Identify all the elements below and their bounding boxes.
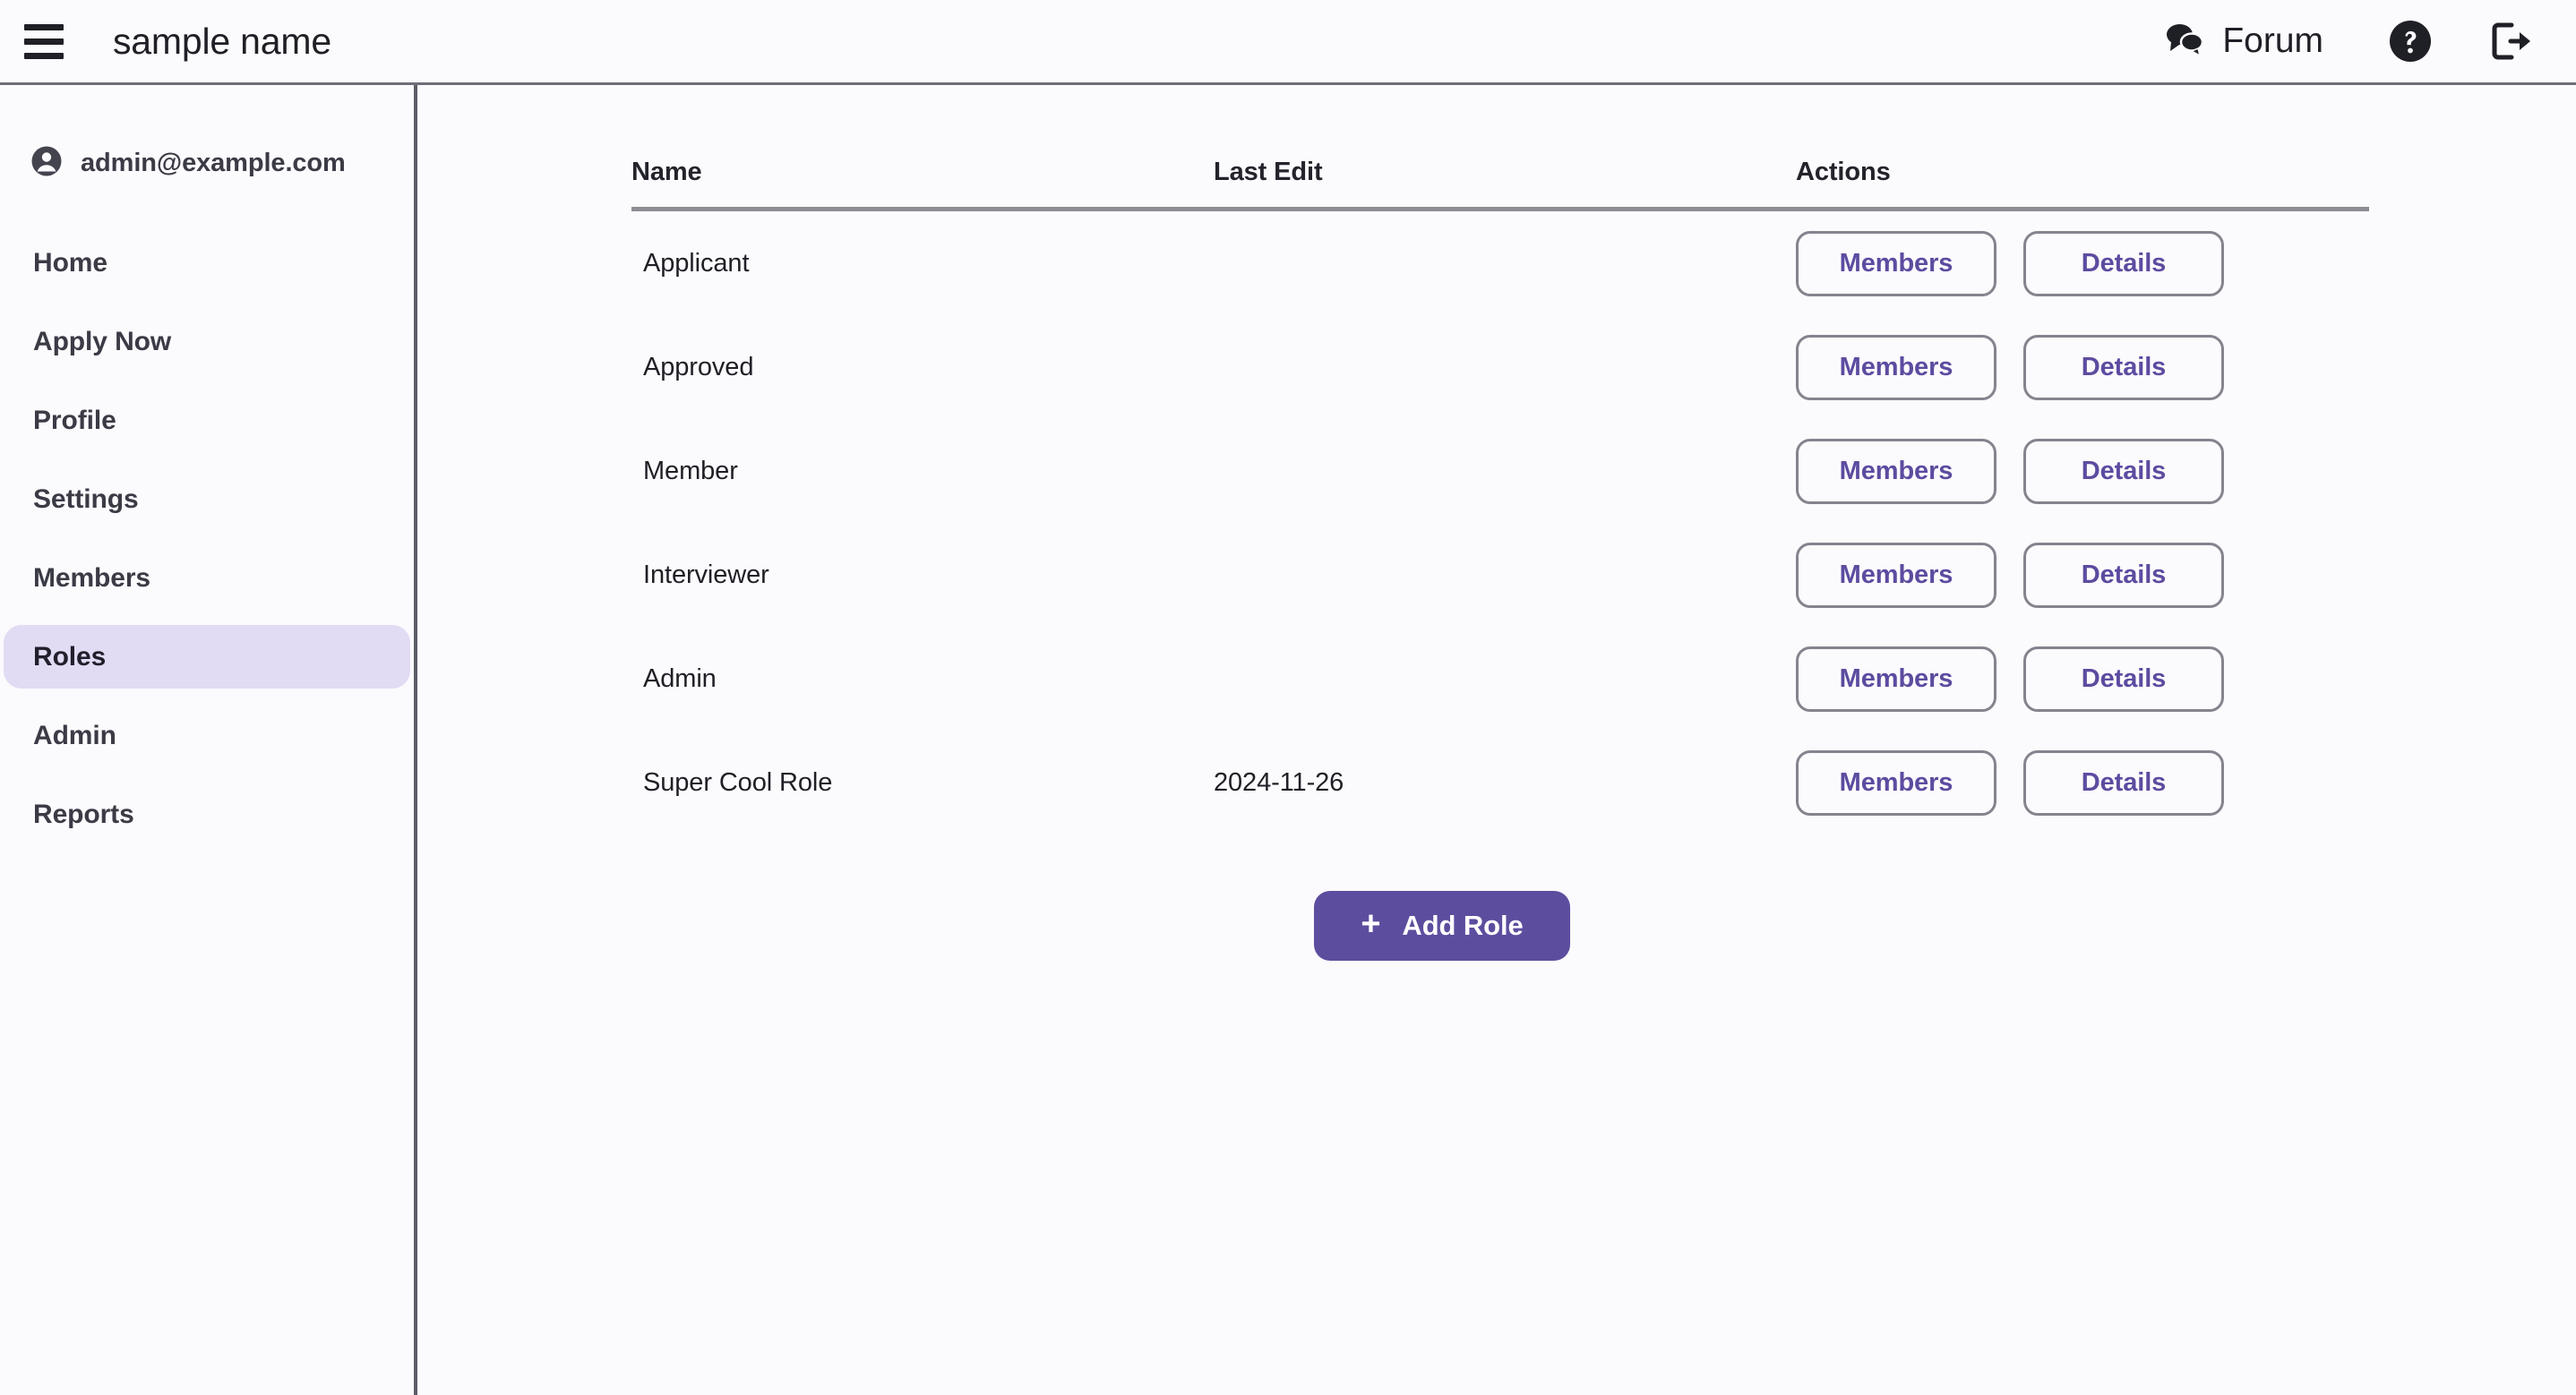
members-button[interactable]: Members: [1796, 230, 1996, 296]
top-app-bar: sample name Forum: [0, 0, 2576, 85]
members-button[interactable]: Members: [1796, 646, 1996, 712]
table-row: Super Cool Role 2024-11-26 Members Detai…: [631, 731, 2369, 834]
app-title: sample name: [113, 20, 331, 62]
members-button[interactable]: Members: [1796, 438, 1996, 504]
sidebar-item-label: Reports: [33, 799, 134, 829]
main-content: Name Last Edit Actions Applicant Members…: [421, 85, 2576, 1395]
table-row: Interviewer Members Details: [631, 523, 2369, 627]
sidebar-item-label: Settings: [33, 484, 139, 514]
role-name: Member: [643, 456, 738, 485]
column-header-last-edit: Last Edit: [1214, 158, 1323, 186]
forum-label: Forum: [2222, 21, 2323, 60]
column-header-name: Name: [631, 158, 702, 186]
sidebar-item-label: Apply Now: [33, 326, 172, 356]
table-header-row: Name Last Edit Actions: [631, 150, 2369, 211]
sidebar-user-email: admin@example.com: [81, 149, 346, 177]
members-button[interactable]: Members: [1796, 542, 1996, 608]
members-button[interactable]: Members: [1796, 749, 1996, 816]
add-role-label: Add Role: [1402, 910, 1524, 941]
details-button[interactable]: Details: [2023, 646, 2224, 712]
sidebar-item-roles[interactable]: Roles: [4, 625, 410, 689]
role-name: Super Cool Role: [643, 767, 833, 797]
role-name: Admin: [643, 663, 717, 693]
details-button[interactable]: Details: [2023, 438, 2224, 504]
help-circle-icon[interactable]: [2381, 12, 2440, 71]
sidebar-item-settings[interactable]: Settings: [4, 467, 410, 531]
sidebar-user: admin@example.com: [0, 85, 414, 183]
comments-icon: [2164, 21, 2205, 62]
sidebar-item-home[interactable]: Home: [4, 231, 410, 295]
details-button[interactable]: Details: [2023, 334, 2224, 400]
details-button[interactable]: Details: [2023, 749, 2224, 816]
forum-link[interactable]: Forum: [2164, 21, 2323, 62]
details-button[interactable]: Details: [2023, 230, 2224, 296]
column-header-actions: Actions: [1796, 158, 1891, 186]
hamburger-bar: [24, 52, 64, 59]
sidebar-item-label: Admin: [33, 720, 116, 750]
table-row: Admin Members Details: [631, 627, 2369, 731]
sidebar-item-apply-now[interactable]: Apply Now: [4, 310, 410, 373]
sidebar: admin@example.com Home Apply Now Profile…: [0, 85, 417, 1395]
sidebar-item-label: Profile: [33, 405, 116, 435]
add-role-button[interactable]: + Add Role: [1314, 891, 1570, 961]
sidebar-item-admin[interactable]: Admin: [4, 704, 410, 767]
add-role-row: + Add Role: [631, 891, 2369, 961]
members-button[interactable]: Members: [1796, 334, 1996, 400]
hamburger-bar: [24, 38, 64, 45]
sidebar-item-members[interactable]: Members: [4, 546, 410, 610]
sidebar-item-label: Home: [33, 247, 107, 278]
sidebar-item-label: Members: [33, 562, 151, 593]
sidebar-item-label: Roles: [33, 641, 107, 672]
account-circle-icon: [30, 144, 64, 183]
table-row: Approved Members Details: [631, 315, 2369, 419]
table-row: Member Members Details: [631, 419, 2369, 523]
sidebar-item-reports[interactable]: Reports: [4, 783, 410, 846]
logout-icon[interactable]: [2483, 12, 2542, 71]
role-name: Applicant: [643, 248, 750, 278]
role-name: Approved: [643, 352, 754, 381]
roles-table: Name Last Edit Actions Applicant Members…: [631, 150, 2369, 961]
hamburger-bar: [24, 23, 64, 30]
role-last-edit: 2024-11-26: [1214, 767, 1344, 797]
top-bar-actions: Forum: [2164, 12, 2576, 71]
table-row: Applicant Members Details: [631, 211, 2369, 315]
role-name: Interviewer: [643, 560, 769, 589]
plus-icon: +: [1361, 905, 1381, 943]
sidebar-item-profile[interactable]: Profile: [4, 389, 410, 452]
sidebar-nav: Home Apply Now Profile Settings Members …: [0, 231, 414, 846]
details-button[interactable]: Details: [2023, 542, 2224, 608]
hamburger-menu-icon[interactable]: [24, 20, 73, 63]
